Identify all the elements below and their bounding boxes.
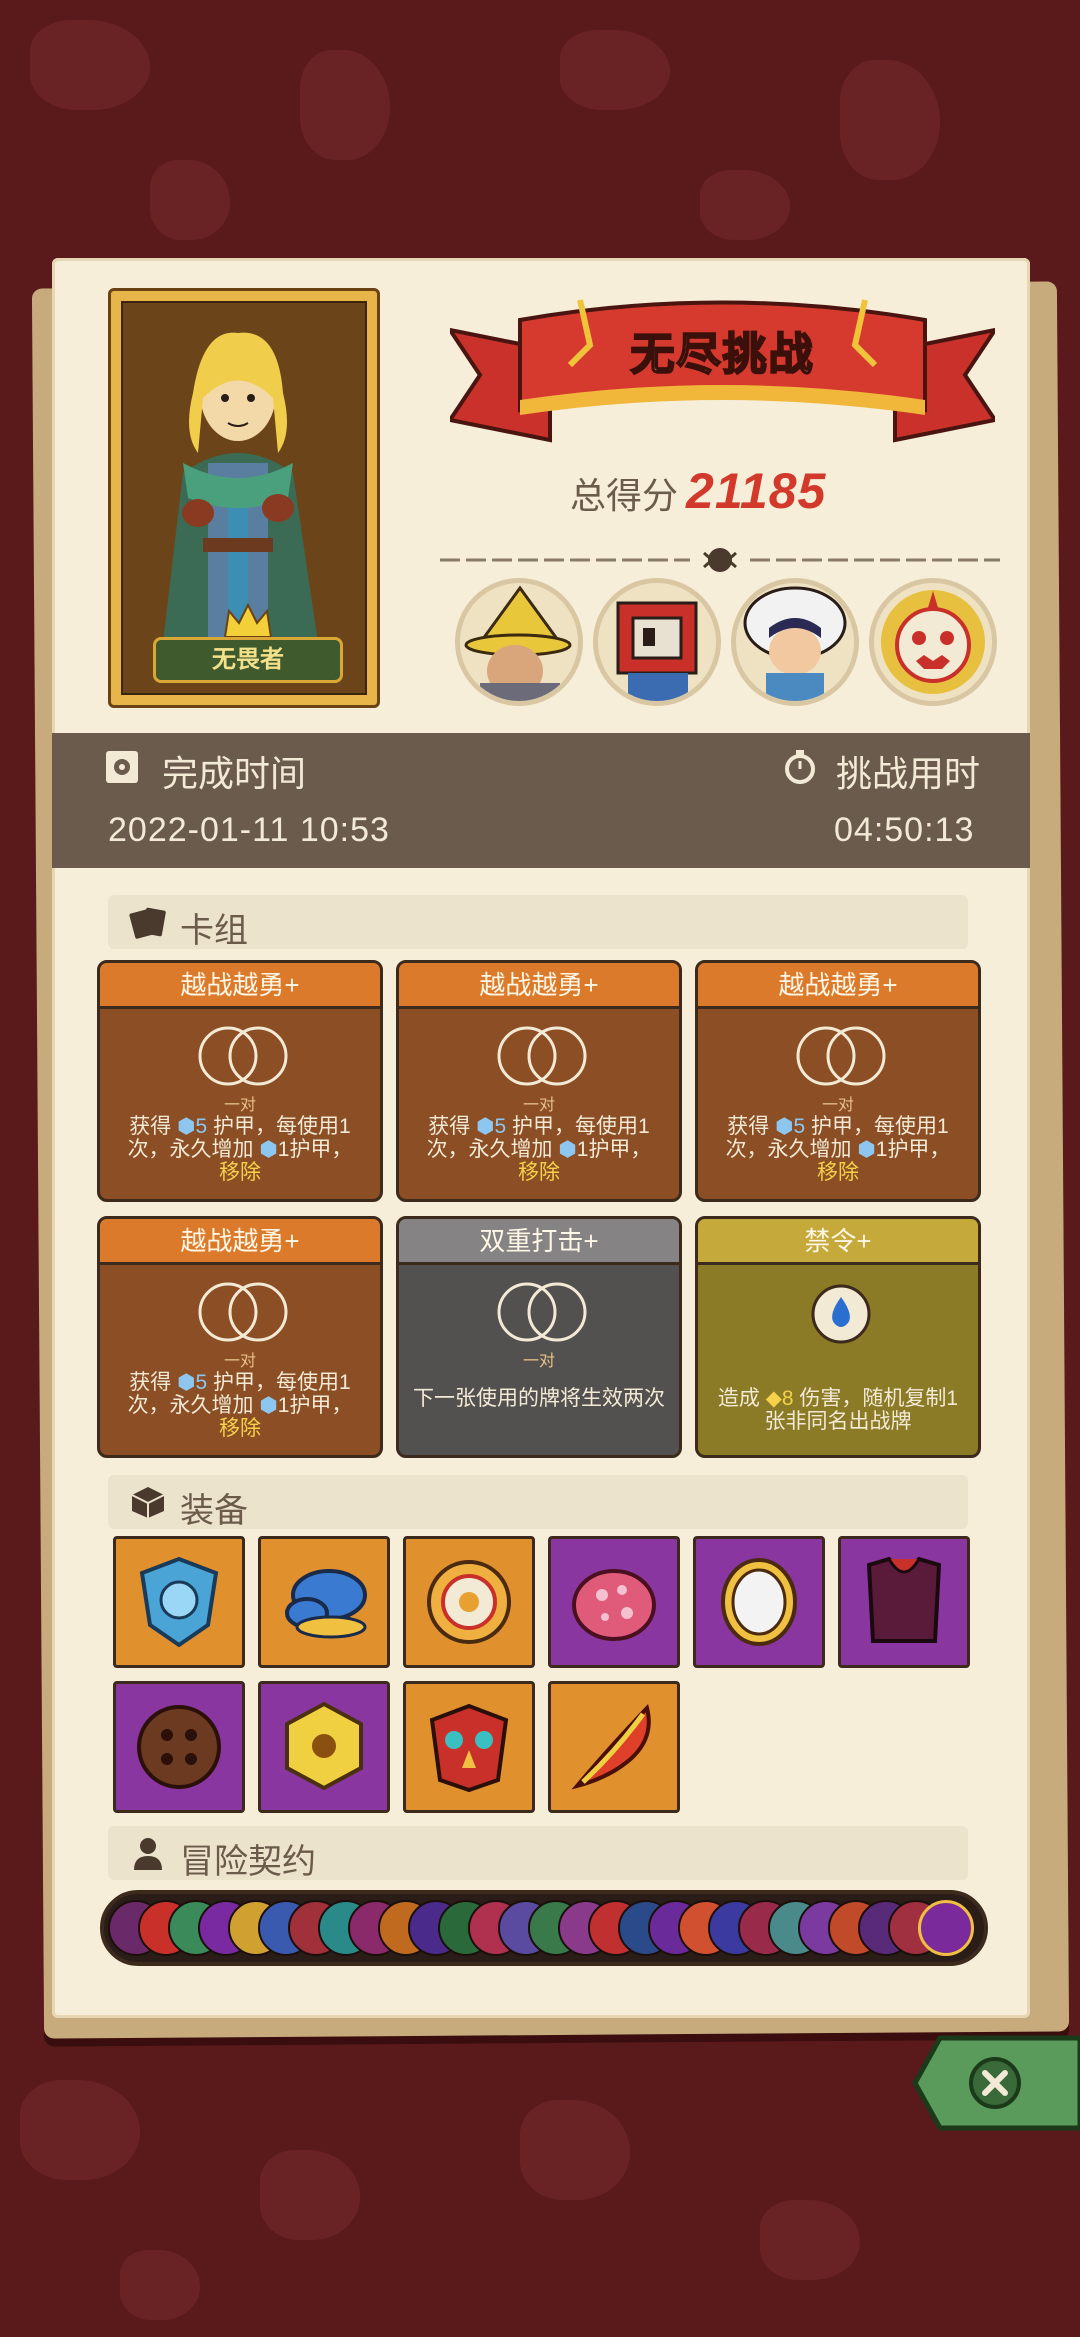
- card-subtype: 一对: [522, 1353, 555, 1370]
- cube-icon: [131, 1487, 165, 1518]
- stopwatch-icon: [785, 750, 815, 784]
- hero-knight-icon: [163, 332, 318, 643]
- cards-icon: [129, 907, 166, 939]
- deck-card[interactable]: 越战越勇+ 一对 获得 ⬢5 护甲，每使用1次，永久增加 ⬢1护甲， 移除: [97, 1216, 383, 1458]
- hero-card[interactable]: 无畏者: [108, 288, 380, 708]
- card-description: 获得 ⬢5 护甲，每使用1次，永久增加 ⬢1护甲， 移除: [426, 1115, 652, 1184]
- deck-card[interactable]: 越战越勇+ 一对 获得 ⬢5 护甲，每使用1次，永久增加 ⬢1护甲， 移除: [97, 960, 383, 1202]
- deck-card[interactable]: 双重打击+ 一对 下一张使用的牌将生效两次: [396, 1216, 682, 1458]
- boss-witch-icon[interactable]: [455, 578, 583, 706]
- card-description: 造成 ◆8 伤害，随机复制1张非同名出战牌: [717, 1387, 959, 1433]
- person-icon: [134, 1838, 162, 1870]
- wooden-button-icon: [137, 1705, 221, 1789]
- card-subtype: 一对: [522, 1097, 555, 1114]
- time-bar: 完成时间 挑战用时 2022-01-11 10:53 04:50:13: [52, 733, 1030, 868]
- card-description: 获得 ⬢5 护甲，每使用1次，永久增加 ⬢1护甲， 移除: [725, 1115, 951, 1184]
- complete-time-label: 完成时间: [162, 753, 307, 794]
- defeated-bosses: [455, 578, 1005, 718]
- crown-icon: [223, 603, 273, 638]
- card-name: 越战越勇+: [399, 963, 679, 1009]
- duration-label: 挑战用时: [836, 753, 981, 794]
- golden-mirror-icon: [721, 1558, 797, 1646]
- card-description: 获得 ⬢5 护甲，每使用1次，永久增加 ⬢1护甲， 移除: [127, 1115, 353, 1184]
- score-row: 总得分 21185: [570, 462, 826, 522]
- card-subtype: 一对: [821, 1097, 854, 1114]
- boss-boy-icon[interactable]: [731, 578, 859, 706]
- pair-rings-icon: [497, 1282, 587, 1342]
- deck-card[interactable]: 禁令+ 造成 ◆8 伤害，随机复制1张非同名出战牌: [695, 1216, 981, 1458]
- card-name: 双重打击+: [399, 1219, 679, 1265]
- score-label: 总得分: [570, 475, 679, 516]
- equipment-title: 装备: [180, 1492, 248, 1530]
- equipment-slot[interactable]: [113, 1536, 245, 1668]
- pair-rings-icon: [198, 1282, 288, 1342]
- close-button[interactable]: [910, 2028, 1080, 2138]
- contract-strip[interactable]: [100, 1890, 988, 1966]
- card-subtype: 一对: [223, 1353, 256, 1370]
- duration-value: 04:50:13: [834, 811, 975, 849]
- deck-title: 卡组: [180, 912, 248, 950]
- card-description: 下一张使用的牌将生效两次: [413, 1387, 665, 1410]
- pair-rings-icon: [198, 1026, 288, 1086]
- equipment-slot[interactable]: [693, 1536, 825, 1668]
- equipment-slot[interactable]: [548, 1681, 680, 1813]
- equipment-slot[interactable]: [403, 1681, 535, 1813]
- equipment-slot[interactable]: [258, 1681, 390, 1813]
- boss-demon-icon[interactable]: [869, 578, 997, 706]
- equipment-slot[interactable]: [258, 1536, 390, 1668]
- dark-armor-icon: [866, 1556, 942, 1643]
- equipment-slot[interactable]: [403, 1536, 535, 1668]
- water-drop-icon: [811, 1284, 871, 1344]
- ornament-divider: [440, 548, 1000, 572]
- equipment-section-header: 装备: [108, 1475, 968, 1530]
- contracts-title: 冒险契约: [180, 1843, 316, 1881]
- pair-rings-icon: [497, 1026, 587, 1086]
- card-name: 越战越勇+: [100, 1219, 380, 1265]
- hero-name: 无畏者: [153, 637, 343, 683]
- jeweled-mask-icon: [429, 1703, 509, 1793]
- card-name: 越战越勇+: [698, 963, 978, 1009]
- gold-ring-icon: [427, 1560, 511, 1644]
- card-name: 越战越勇+: [100, 963, 380, 1009]
- deck-card[interactable]: 越战越勇+ 一对 获得 ⬢5 护甲，每使用1次，永久增加 ⬢1护甲， 移除: [396, 960, 682, 1202]
- hero-portrait: 无畏者: [121, 301, 367, 695]
- card-subtype: 一对: [223, 1097, 256, 1114]
- contracts-section-header: 冒险契约: [108, 1826, 968, 1881]
- page-title: 无尽挑战: [630, 329, 815, 380]
- score-value: 21185: [686, 463, 827, 519]
- blue-shield-icon: [139, 1556, 219, 1648]
- film-icon: [106, 751, 138, 783]
- equipment-slot[interactable]: [113, 1681, 245, 1813]
- contract-token: [918, 1900, 974, 1956]
- fire-feather-icon: [571, 1703, 651, 1790]
- card-name: 禁令+: [698, 1219, 978, 1265]
- golden-box-icon: [285, 1701, 363, 1791]
- deck-section-header: 卡组: [108, 895, 968, 950]
- equipment-slot[interactable]: [548, 1536, 680, 1668]
- boss-robot-icon[interactable]: [593, 578, 721, 706]
- blue-mushroom-icon: [285, 1569, 367, 1639]
- card-description: 获得 ⬢5 护甲，每使用1次，永久增加 ⬢1护甲， 移除: [127, 1371, 353, 1440]
- equipment-slot[interactable]: [838, 1536, 970, 1668]
- deck-card[interactable]: 越战越勇+ 一对 获得 ⬢5 护甲，每使用1次，永久增加 ⬢1护甲， 移除: [695, 960, 981, 1202]
- pair-rings-icon: [796, 1026, 886, 1086]
- pink-shell-icon: [572, 1569, 656, 1641]
- complete-time-value: 2022-01-11 10:53: [108, 811, 390, 849]
